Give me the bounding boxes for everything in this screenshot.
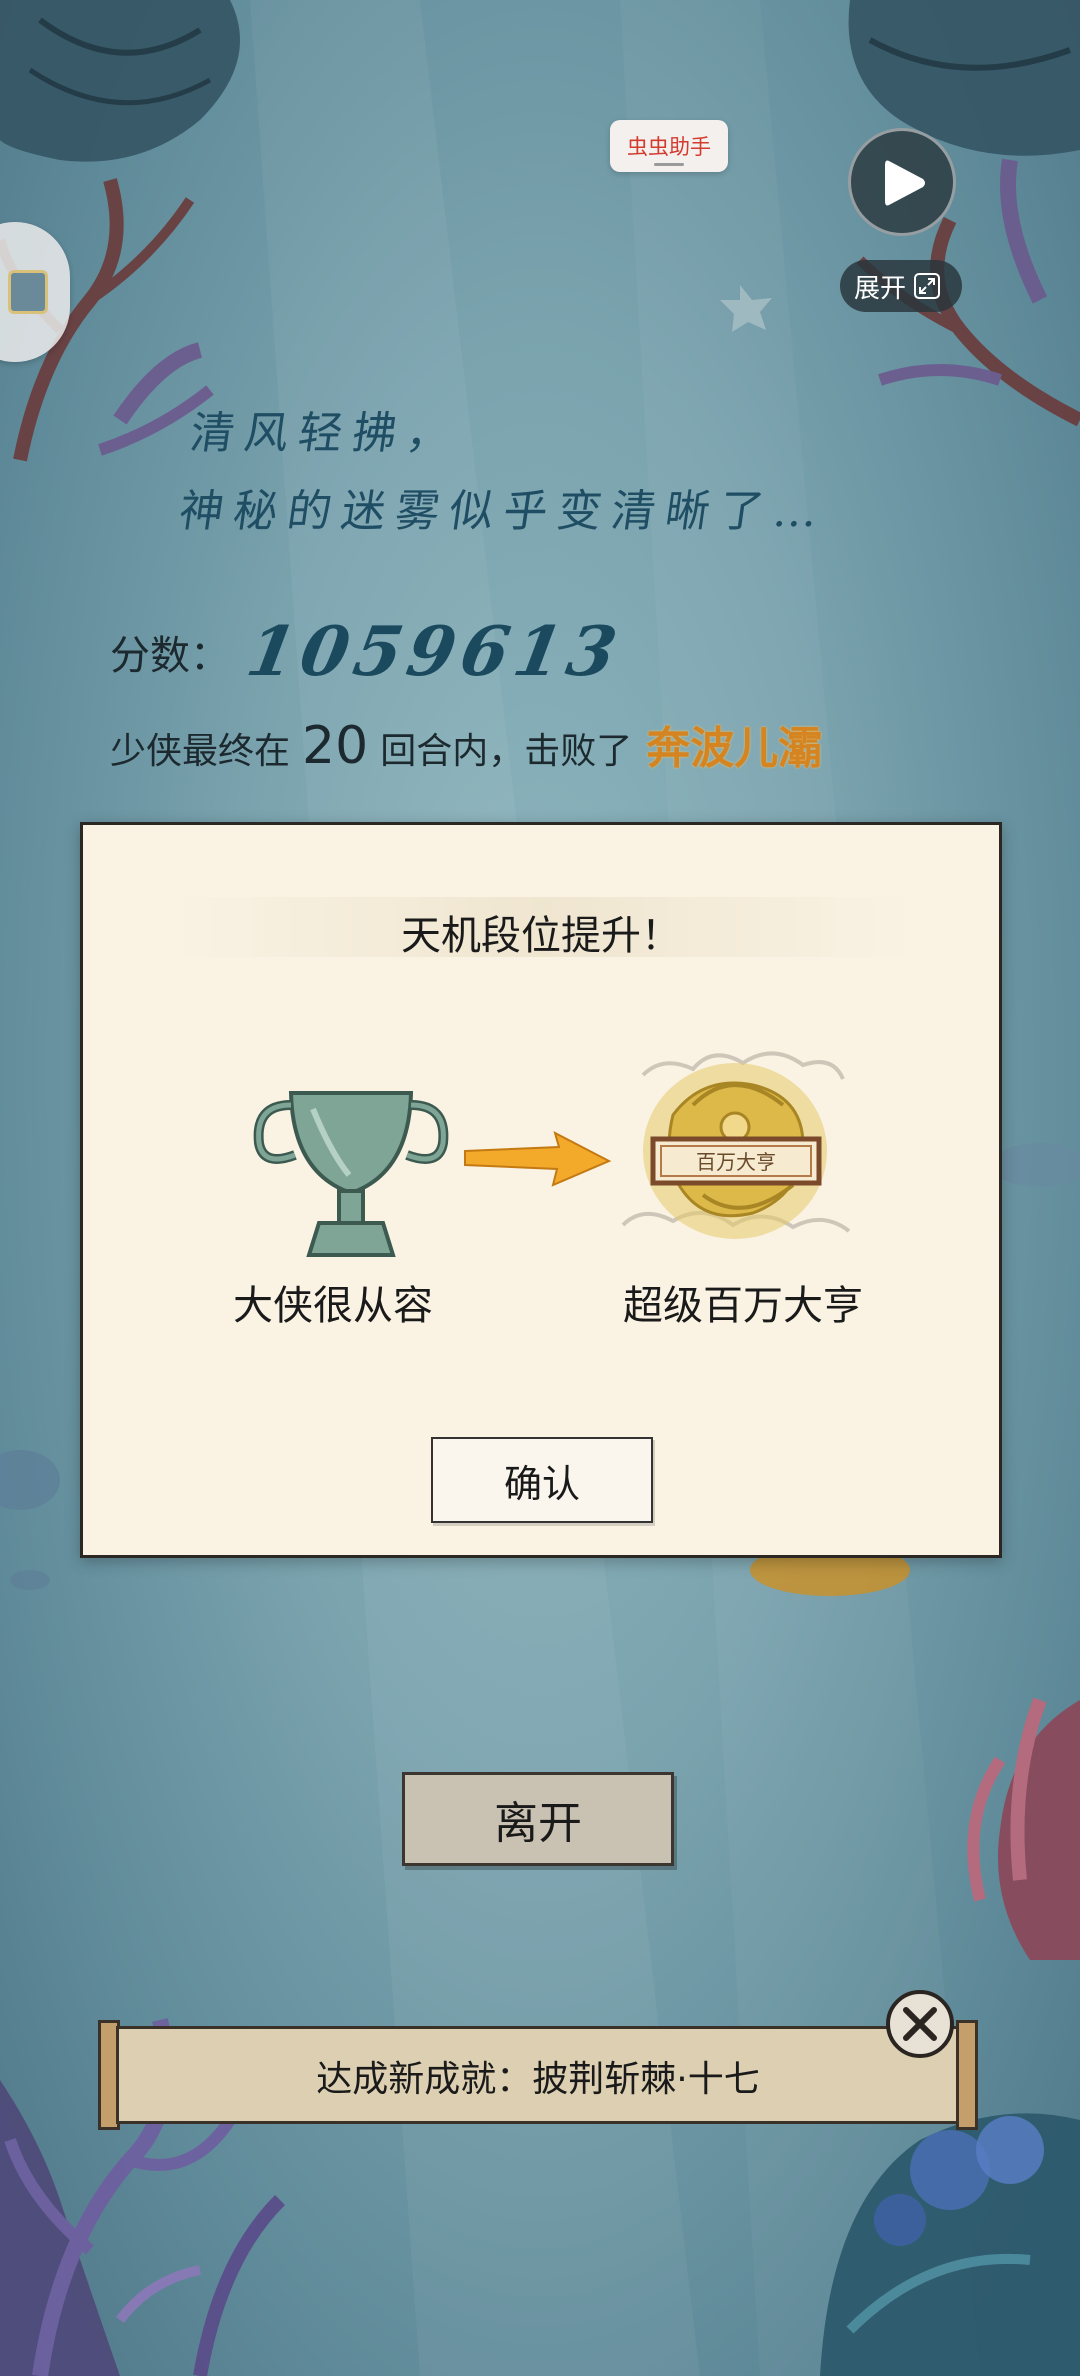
confirm-label: 确认 (503, 1461, 580, 1506)
achievement-banner: 达成新成就：披荆斩棘·十七 (98, 2020, 978, 2130)
score-label: 分数： (110, 633, 230, 679)
score-row: 分数： 1059613 (110, 612, 628, 692)
dragon-badge-icon: 百万大亨 (621, 1051, 851, 1239)
play-icon (885, 160, 925, 206)
close-achievement-button[interactable] (886, 1990, 954, 2058)
trophy-icon (253, 1091, 449, 1257)
achievement-text: 达成新成就：披荆斩棘·十七 (316, 2059, 760, 2100)
result-middle: 回合内，击败了 (380, 731, 633, 772)
rank-up-dialog: 天机段位提升！ 百万大亨 大侠很从容 超级百万大亨 确认 (80, 822, 1002, 1558)
defeated-enemy-name: 奔波儿灞 (646, 723, 823, 774)
result-prefix: 少侠最终在 (110, 731, 291, 772)
old-rank-label: 大侠很从容 (233, 1283, 433, 1329)
dialog-title: 天机段位提升！ (401, 913, 681, 959)
play-button[interactable] (848, 128, 956, 236)
poem-line-2: 神秘的迷雾似乎变清晰了… (176, 486, 832, 537)
poem-text: 清风轻拂， 神秘的迷雾似乎变清晰了… (174, 395, 844, 551)
close-icon (903, 2007, 937, 2041)
new-rank-label: 超级百万大亨 (623, 1283, 863, 1329)
confirm-button[interactable]: 确认 (431, 1437, 653, 1523)
battle-result: 少侠最终在 20 回合内，击败了 奔波儿灞 (110, 712, 822, 776)
expand-icon (914, 273, 941, 299)
app-icon (8, 270, 48, 314)
arrow-icon (464, 1131, 612, 1187)
drag-grip-icon[interactable] (654, 163, 684, 166)
game-screen: 虫虫助手 展开 清风轻拂， 神秘的迷雾似乎变清晰了… 分数： 1059613 少… (0, 0, 1080, 2376)
leave-button[interactable]: 离开 (402, 1772, 674, 1866)
leave-label: 离开 (494, 1798, 582, 1849)
expand-label: 展开 (854, 273, 907, 304)
score-value: 1059613 (240, 612, 629, 692)
helper-label: 虫虫助手 (627, 135, 711, 159)
helper-badge[interactable]: 虫虫助手 (610, 120, 728, 172)
expand-button[interactable]: 展开 (840, 260, 962, 312)
poem-line-1: 清风轻拂， (186, 408, 465, 459)
badge-text: 百万大亨 (696, 1150, 776, 1174)
rounds-count: 20 (302, 716, 369, 776)
